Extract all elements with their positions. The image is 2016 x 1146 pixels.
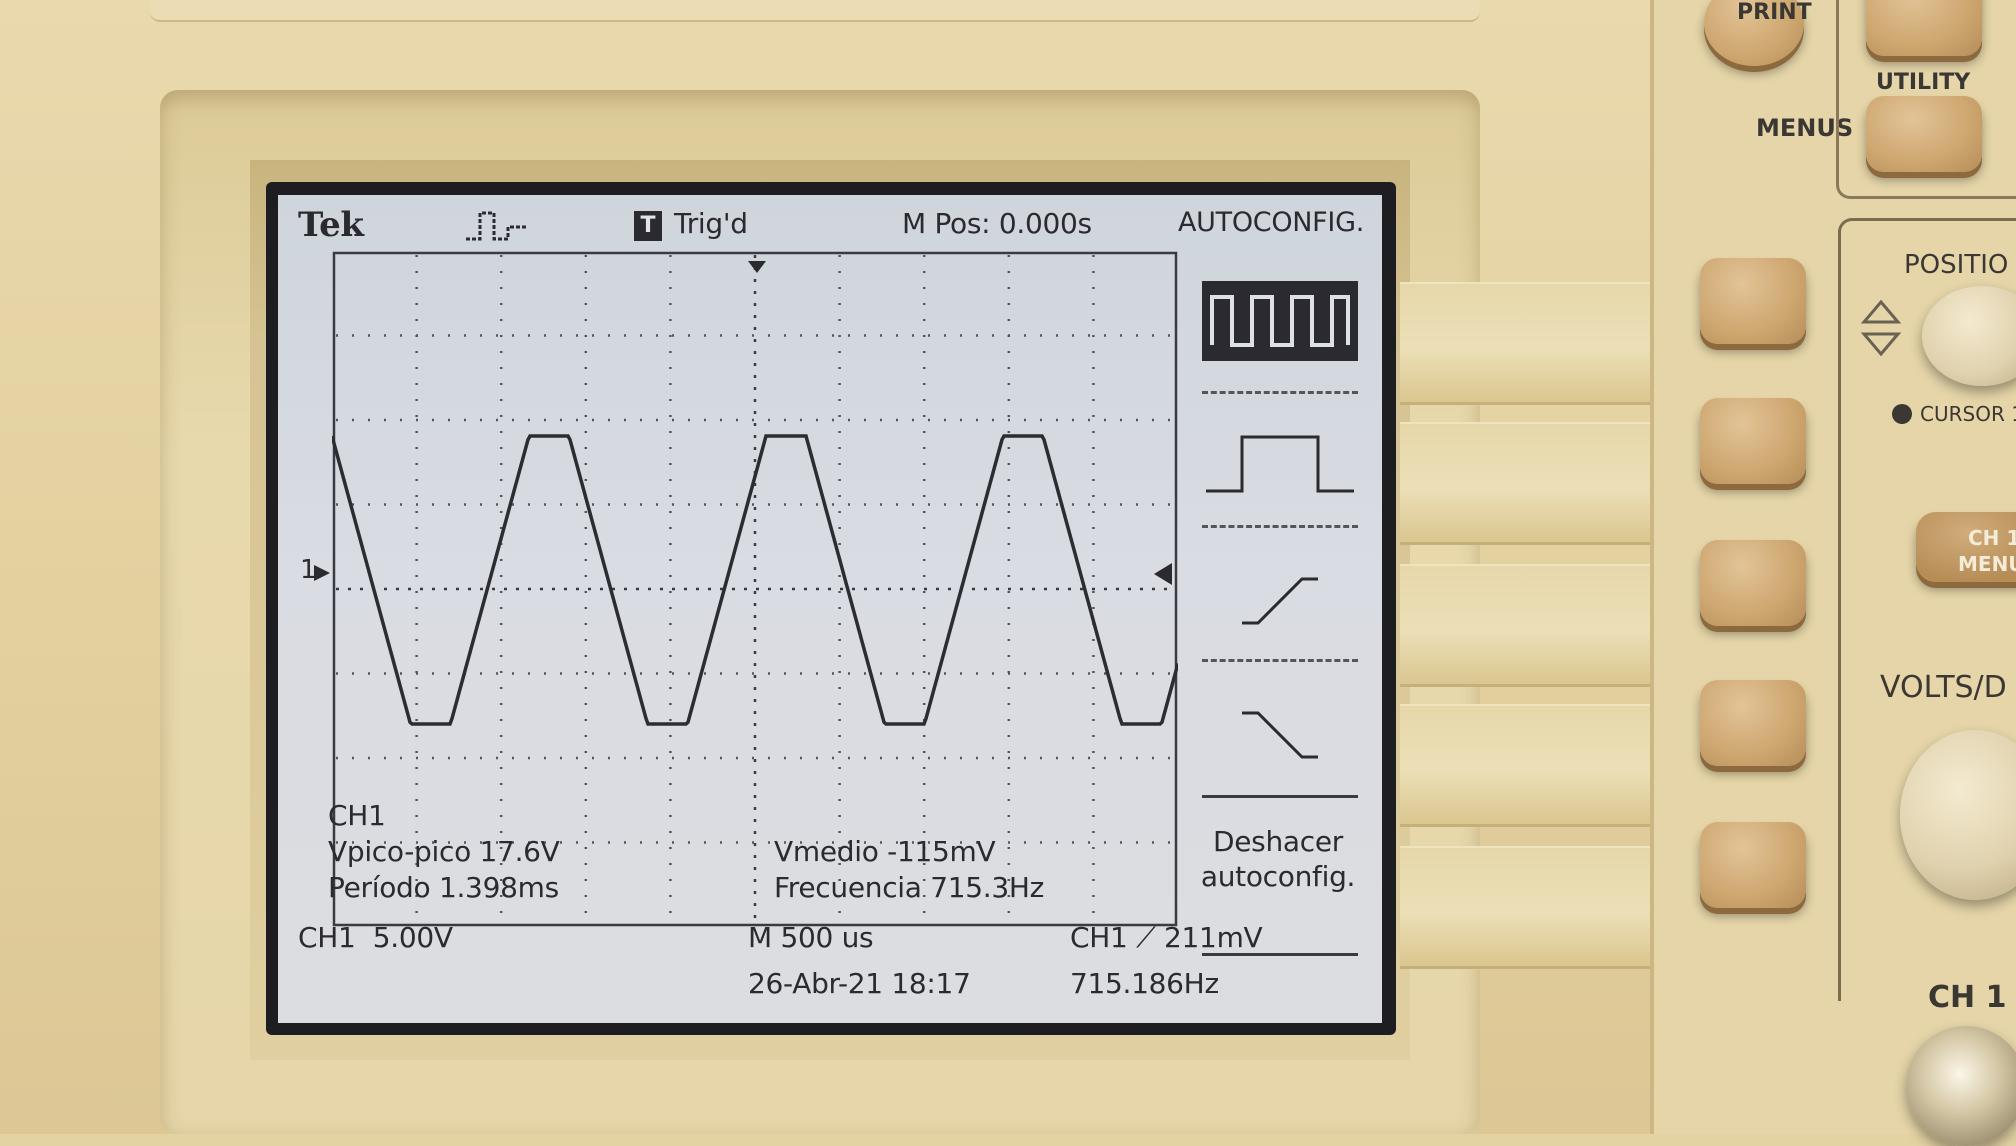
timebase: M 500 us bbox=[748, 921, 874, 954]
bezel-tab-2 bbox=[1400, 422, 1650, 545]
mode-title: AUTOCONFIG. bbox=[1178, 207, 1364, 238]
trigger-setting: CH1 ⟋ 211mV bbox=[1070, 921, 1263, 954]
trigger-icon: T bbox=[634, 211, 662, 241]
panel-edge bbox=[1650, 0, 1654, 1134]
menu-option-square-wave[interactable] bbox=[1202, 281, 1358, 361]
bezel-tab-1 bbox=[1400, 282, 1650, 405]
grid-lines bbox=[332, 251, 1178, 927]
measure-channel: CH1 bbox=[328, 799, 386, 832]
measure-period: Período 1.398ms bbox=[328, 871, 559, 904]
option-button-1[interactable] bbox=[1700, 258, 1806, 344]
cursor-dot-icon bbox=[1892, 404, 1912, 424]
trigger-status: Trig'd bbox=[674, 207, 748, 240]
menu-option-undo-autoconfig[interactable]: Deshacer autoconfig. bbox=[1190, 825, 1366, 893]
ch1-volts-div: CH1 5.00V bbox=[298, 921, 453, 954]
cursor-label: CURSOR 1 bbox=[1920, 402, 2016, 426]
graticule bbox=[332, 251, 1178, 927]
measure-frequency: Frecuencia 715.3Hz bbox=[774, 871, 1045, 904]
option-button-4[interactable] bbox=[1700, 680, 1806, 766]
horizontal-position: M Pos: 0.000s bbox=[902, 207, 1092, 240]
undo-label-line2: autoconfig. bbox=[1200, 860, 1356, 893]
ch1-ground-arrow bbox=[314, 565, 330, 581]
ch1-menu-label-line2: MENU bbox=[1958, 552, 2016, 576]
acquire-run-icon bbox=[466, 211, 526, 241]
option-button-3[interactable] bbox=[1700, 540, 1806, 626]
menu-option-rising-edge[interactable] bbox=[1202, 555, 1358, 635]
trigger-position-marker bbox=[748, 261, 766, 273]
brand-logo: Tek bbox=[298, 205, 364, 245]
measure-vpp: Vpico-pico 17.6V bbox=[328, 835, 560, 868]
trigger-level-marker bbox=[1154, 563, 1172, 585]
menu-option-falling-edge[interactable] bbox=[1202, 689, 1358, 769]
date-time: 26-Abr-21 18:17 bbox=[748, 967, 971, 1000]
autoconfig-side-menu: Deshacer autoconfig. bbox=[1190, 253, 1366, 957]
lcd-screen: Tek T Trig'd M Pos: 0.000s AUTOCONFIG. 1… bbox=[278, 195, 1382, 1023]
option-button-2[interactable] bbox=[1700, 398, 1806, 484]
print-label: PRINT bbox=[1737, 0, 1812, 25]
bezel-tab-4 bbox=[1400, 704, 1650, 827]
bezel-tab-5 bbox=[1400, 846, 1650, 969]
measure-vmean: Vmedio -115mV bbox=[774, 835, 996, 868]
volts-div-label: VOLTS/D bbox=[1880, 670, 2007, 705]
ch1-menu-label-line1: CH 1 bbox=[1968, 526, 2016, 550]
option-button-5[interactable] bbox=[1700, 822, 1806, 908]
multi-cycle-icon bbox=[1210, 295, 1350, 347]
position-label: POSITIO bbox=[1904, 250, 2009, 280]
ch1-bnc-connector[interactable] bbox=[1906, 1026, 2016, 1146]
top-strip bbox=[150, 0, 1480, 22]
trigger-frequency: 715.186Hz bbox=[1070, 967, 1219, 1000]
ch1-input-label: CH 1 bbox=[1928, 980, 2007, 1015]
undo-label-line1: Deshacer bbox=[1212, 825, 1343, 858]
updown-arrows-icon bbox=[1860, 300, 1902, 356]
menus-divider bbox=[1836, 0, 2016, 199]
menu-option-single-cycle[interactable] bbox=[1202, 421, 1358, 501]
bezel-tab-3 bbox=[1400, 564, 1650, 687]
